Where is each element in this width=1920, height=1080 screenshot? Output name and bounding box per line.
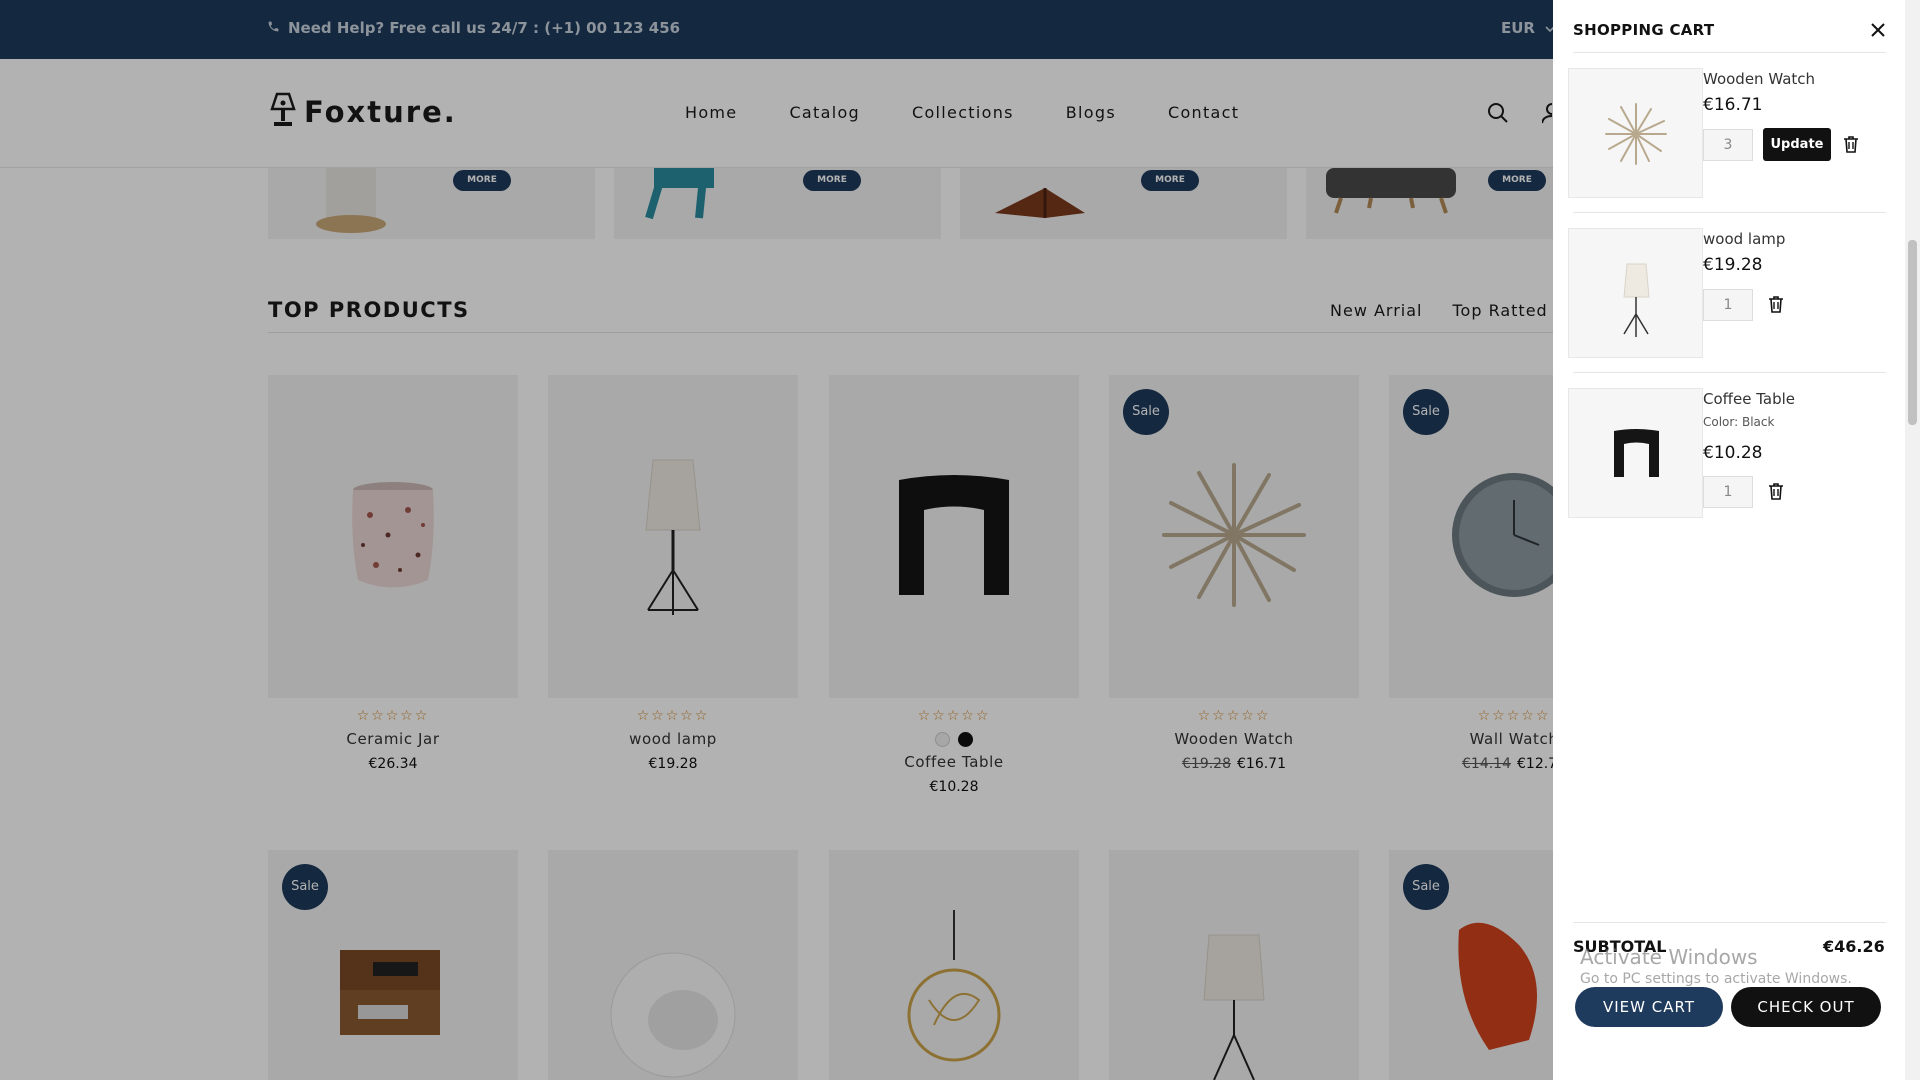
watermark-line2: Go to PC settings to activate Windows. (1580, 971, 1852, 987)
cart-item-price: €19.28 (1703, 255, 1763, 275)
trash-icon[interactable] (1768, 482, 1786, 500)
cart-item-price: €10.28 (1703, 443, 1763, 463)
cart-item-image[interactable] (1568, 388, 1703, 518)
trash-icon[interactable] (1843, 135, 1861, 153)
divider (1573, 52, 1886, 53)
scrollbar[interactable] (1905, 0, 1920, 1080)
cart-drawer: SHOPPING CART Wooden Watch €16.71 Update (1553, 0, 1920, 1080)
update-button[interactable]: Update (1763, 128, 1831, 161)
divider (1573, 212, 1886, 213)
view-cart-button[interactable]: VIEW CART (1575, 987, 1723, 1027)
cart-item-name[interactable]: wood lamp (1703, 230, 1785, 248)
checkout-button[interactable]: CHECK OUT (1731, 987, 1881, 1027)
cart-item-variant: Color: Black (1703, 415, 1775, 429)
cart-item-image[interactable] (1568, 68, 1703, 198)
scrollbar-thumb[interactable] (1908, 240, 1917, 425)
cart-title: SHOPPING CART (1573, 21, 1715, 39)
watermark-line1: Activate Windows (1580, 945, 1758, 969)
trash-icon[interactable] (1768, 295, 1786, 313)
divider (1573, 922, 1886, 923)
quantity-input[interactable] (1703, 129, 1753, 161)
page-overlay[interactable] (0, 0, 1553, 1080)
windows-watermark: Activate Windows Go to PC settings to ac… (1580, 945, 1852, 987)
quantity-input[interactable] (1703, 289, 1753, 321)
divider (1573, 372, 1886, 373)
cart-item-name[interactable]: Coffee Table (1703, 390, 1795, 408)
cart-item-price: €16.71 (1703, 95, 1763, 115)
cart-item-name[interactable]: Wooden Watch (1703, 70, 1815, 88)
cart-item-image[interactable] (1568, 228, 1703, 358)
close-icon[interactable] (1865, 17, 1891, 43)
quantity-input[interactable] (1703, 476, 1753, 508)
